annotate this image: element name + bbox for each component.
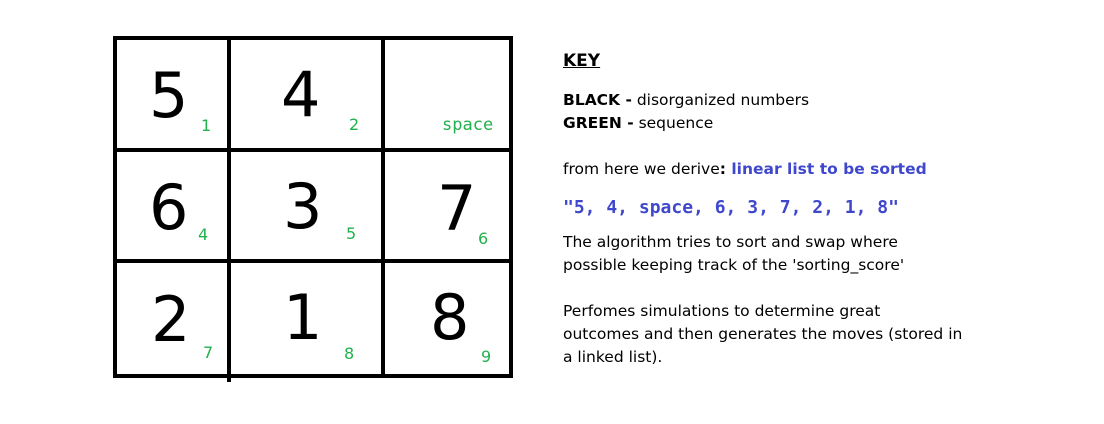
cell-number: 8 (430, 281, 470, 354)
puzzle-cell: 2 7 (117, 263, 227, 374)
derive-prefix: from here we derive (563, 160, 720, 178)
puzzle-cell: 8 9 (385, 263, 509, 374)
key-green-label: GREEN - (563, 114, 634, 132)
puzzle-cell: 3 5 (231, 152, 381, 259)
simulation-line-2: outcomes and then generates the moves (s… (563, 325, 963, 343)
cell-number: 2 (151, 283, 191, 356)
cell-sequence: 4 (198, 225, 209, 244)
cell-sequence: 9 (481, 347, 492, 366)
cell-number: 4 (281, 58, 321, 131)
puzzle-cell-empty: space (385, 40, 509, 148)
derive-line: from here we derive: linear list to be s… (563, 158, 1083, 181)
puzzle-cell: 4 2 (231, 40, 381, 148)
algorithm-line-2: possible keeping track of the 'sorting_s… (563, 256, 905, 274)
cell-number: 5 (149, 59, 189, 132)
cell-number: 6 (149, 171, 189, 244)
grid-border-right (509, 36, 513, 378)
cell-sequence: 6 (478, 229, 489, 248)
simulation-line-1: Perfomes simulations to determine great (563, 302, 881, 320)
puzzle-cell: 1 8 (231, 263, 381, 374)
simulation-line-3: a linked list). (563, 348, 663, 366)
cell-number: 7 (437, 172, 477, 245)
derive-emphasis: linear list to be sorted (725, 160, 927, 178)
puzzle-grid: 5 1 4 2 space 6 4 3 5 7 6 2 7 1 8 8 9 (113, 36, 513, 382)
key-black-label: BLACK - (563, 91, 632, 109)
key-black-line: BLACK - disorganized numbers (563, 89, 1083, 112)
key-green-line: GREEN - sequence (563, 112, 1083, 135)
key-legend: KEY BLACK - disorganized numbers GREEN -… (563, 50, 1083, 369)
cell-sequence: 2 (349, 115, 360, 134)
cell-sequence: 1 (201, 116, 212, 135)
cell-sequence: 8 (344, 344, 355, 363)
cell-sequence: 7 (203, 343, 214, 362)
grid-border-bottom (113, 374, 513, 378)
cell-number: 1 (283, 281, 323, 354)
linear-list: "5, 4, space, 6, 3, 7, 2, 1, 8" (563, 197, 899, 218)
puzzle-cell: 5 1 (117, 40, 227, 148)
cell-sequence-space: space (442, 115, 494, 135)
cell-sequence: 5 (346, 224, 357, 243)
cell-number: 3 (283, 170, 323, 243)
key-green-desc: sequence (633, 114, 714, 132)
key-title: KEY (563, 51, 601, 71)
puzzle-cell: 7 6 (385, 152, 509, 259)
algorithm-line-1: The algorithm tries to sort and swap whe… (563, 233, 898, 251)
key-black-desc: disorganized numbers (631, 91, 810, 109)
puzzle-cell: 6 4 (117, 152, 227, 259)
